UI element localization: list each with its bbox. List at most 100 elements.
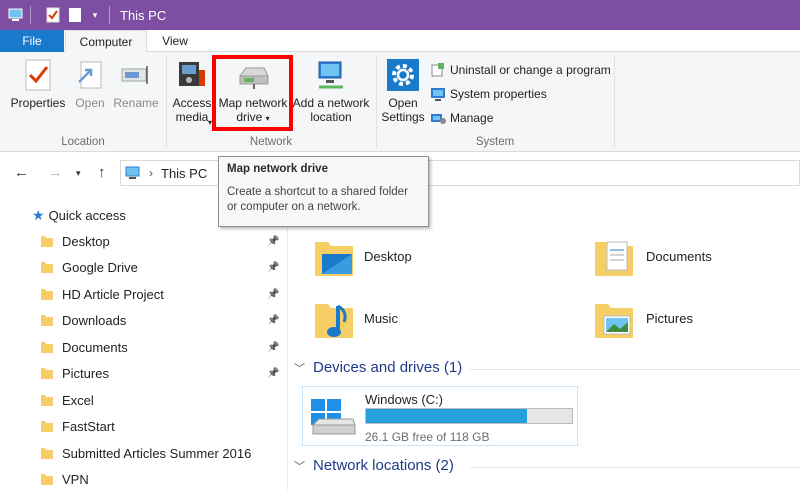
manage-button[interactable]: Manage	[430, 110, 493, 126]
sidebar-item[interactable]: Pictures 📌	[40, 360, 287, 386]
uninstall-label: Uninstall or change a program	[450, 63, 611, 77]
tab-file[interactable]: File	[0, 30, 64, 52]
drive-usage-bar	[365, 408, 573, 424]
pin-icon[interactable]: 📌	[267, 236, 279, 247]
up-arrow-icon[interactable]: ↑	[98, 164, 106, 181]
tooltip-body-line-1: Create a shortcut to a shared folder	[227, 186, 408, 198]
pin-icon[interactable]: 📌	[267, 315, 279, 326]
collapse-chevron-icon: ﹀	[294, 362, 305, 375]
access-media-button[interactable]: Access media ▾	[170, 58, 214, 127]
open-button[interactable]: Open	[72, 58, 108, 110]
properties-label: Properties	[10, 96, 66, 110]
tooltip-title: Map network drive	[227, 163, 328, 175]
customize-dropdown-icon[interactable]: ▾	[87, 7, 103, 23]
add-network-location-label-1: Add a network	[292, 96, 370, 110]
new-folder-icon[interactable]	[67, 7, 83, 23]
folder-icon	[40, 472, 54, 486]
group-separator	[376, 56, 377, 148]
devices-drives-header[interactable]: ﹀ Devices and drives (1)	[294, 359, 462, 376]
folder-icon	[40, 446, 54, 460]
sidebar-item-label: Desktop	[62, 233, 110, 249]
pin-icon[interactable]: 📌	[267, 289, 279, 300]
system-properties-button[interactable]: System properties	[430, 86, 547, 102]
folder-pictures-label: Pictures	[646, 310, 693, 326]
properties-icon	[21, 58, 55, 92]
sidebar-item-label: HD Article Project	[62, 286, 164, 302]
tab-view[interactable]: View	[148, 30, 202, 52]
desktop-folder-icon	[312, 236, 356, 280]
breadcrumb[interactable]: This PC	[161, 166, 207, 181]
drive-windows-c[interactable]: Windows (C:) 26.1 GB free of 118 GB	[302, 386, 578, 446]
pin-icon[interactable]: 📌	[267, 262, 279, 273]
folder-music[interactable]: Music	[312, 298, 398, 342]
properties-check-icon[interactable]	[45, 7, 61, 23]
sidebar-item[interactable]: HD Article Project 📌	[40, 281, 287, 307]
manage-label: Manage	[450, 111, 494, 125]
sidebar-item[interactable]: Excel	[40, 387, 287, 413]
sidebar-item-label: Submitted Articles Summer 2016	[62, 445, 252, 461]
gear-icon	[386, 58, 420, 92]
pin-icon[interactable]: 📌	[267, 342, 279, 353]
pin-icon[interactable]: 📌	[267, 368, 279, 379]
this-pc-icon	[125, 166, 141, 180]
sidebar-item-label: Documents	[62, 339, 128, 355]
rename-button[interactable]: Rename	[112, 58, 160, 110]
folder-desktop-label: Desktop	[364, 248, 412, 264]
network-locations-header[interactable]: ﹀ Network locations (2)	[294, 457, 454, 474]
highlight-box	[212, 55, 293, 131]
open-label: Open	[75, 96, 105, 110]
group-system-label: System	[475, 136, 515, 148]
open-settings-label-2: Settings	[381, 110, 425, 124]
drive-usage-fill	[366, 409, 527, 423]
sidebar-item[interactable]: FastStart	[40, 413, 287, 439]
group-separator	[614, 56, 615, 148]
quick-access-label: Quick access	[48, 207, 126, 223]
windows-drive-icon	[309, 397, 357, 437]
separator	[109, 6, 110, 24]
folder-icon	[40, 393, 54, 407]
devices-drives-label: Devices and drives (1)	[313, 359, 463, 376]
sidebar-item-label: Downloads	[62, 312, 127, 328]
uninstall-icon	[430, 62, 446, 78]
group-network-label: Network	[249, 136, 293, 148]
folder-icon	[40, 287, 54, 301]
folder-documents[interactable]: Documents	[592, 236, 712, 280]
uninstall-program-button[interactable]: Uninstall or change a program	[430, 62, 611, 78]
rename-label: Rename	[113, 96, 159, 110]
access-media-label-1: Access	[172, 96, 212, 110]
sidebar-item-label: Google Drive	[62, 259, 138, 275]
title-bar: ▾ This PC	[0, 0, 800, 30]
forward-arrow-icon[interactable]: →	[48, 164, 63, 181]
pane-splitter[interactable]	[287, 192, 288, 490]
section-divider	[470, 369, 800, 370]
sidebar-item[interactable]: Submitted Articles Summer 2016	[40, 440, 287, 466]
sidebar-item-label: Excel	[62, 392, 94, 408]
ribbon: Properties Open Rename Location Access m…	[0, 52, 800, 152]
folder-desktop[interactable]: Desktop	[312, 236, 412, 280]
star-icon: ★	[32, 206, 45, 223]
tab-computer[interactable]: Computer	[65, 30, 147, 53]
system-properties-label: System properties	[450, 87, 547, 101]
group-location-label: Location	[61, 136, 105, 148]
folder-icon	[40, 313, 54, 327]
sidebar-item[interactable]: Downloads 📌	[40, 307, 287, 333]
tooltip: Map network drive Create a shortcut to a…	[218, 156, 429, 227]
network-locations-label: Network locations (2)	[313, 457, 454, 474]
add-network-location-button[interactable]: Add a network location	[292, 58, 370, 124]
rename-icon	[119, 58, 153, 92]
back-arrow-icon[interactable]: ←	[14, 164, 29, 181]
folder-pictures[interactable]: Pictures	[592, 298, 693, 342]
recent-dropdown-icon[interactable]: ▾	[76, 168, 81, 179]
sidebar-item[interactable]: Google Drive 📌	[40, 254, 287, 280]
system-properties-icon	[430, 86, 446, 102]
folder-music-label: Music	[364, 310, 398, 326]
folder-icon	[40, 419, 54, 433]
open-settings-button[interactable]: Open Settings	[380, 58, 426, 124]
folder-icon	[40, 340, 54, 354]
sidebar-item[interactable]: VPN	[40, 466, 287, 490]
sidebar-item[interactable]: Desktop 📌	[40, 228, 287, 254]
sidebar-item[interactable]: Documents 📌	[40, 334, 287, 360]
folder-icon	[40, 260, 54, 274]
properties-button[interactable]: Properties	[8, 58, 68, 110]
pictures-folder-icon	[592, 298, 636, 342]
